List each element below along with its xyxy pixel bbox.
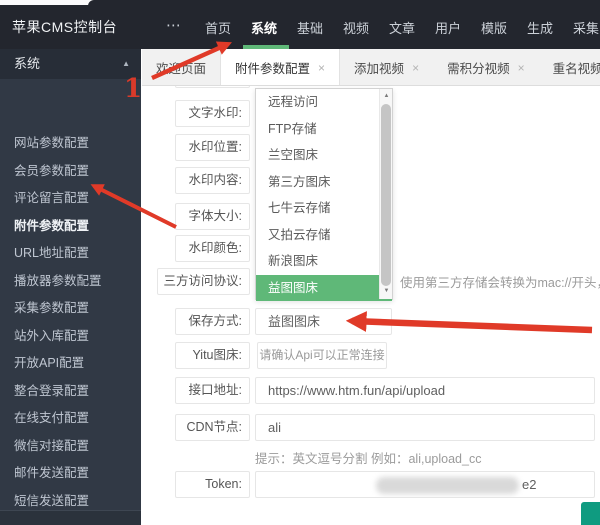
tab-bar: 欢迎页面 附件参数配置 × 添加视频 × 需积分视频 × 重名视频数据 × 挂 [142,49,600,86]
app-title: 苹果CMS控制台 [12,19,118,35]
top-navigation: 首页 系统 基础 视频 文章 用户 模版 生成 采集 [205,5,599,49]
nav-item-article[interactable]: 文章 [389,18,415,37]
dropdown-option-remote[interactable]: 远程访问 [256,89,392,116]
sidebar-menu: 网站参数配置 会员参数配置 评论留言配置 附件参数配置 URL地址配置 播放器参… [0,130,141,525]
nav-item-generate[interactable]: 生成 [527,18,553,37]
sidebar-group-label: 系统 [14,56,41,71]
sidebar-item-player-params[interactable]: 播放器参数配置 [0,268,141,296]
app-window: 苹果CMS控制台 ⋯ 首页 系统 基础 视频 文章 用户 模版 生成 采集 系统… [0,0,600,525]
tab-points-video[interactable]: 需积分视频 × [433,49,539,85]
nav-item-collect[interactable]: 采集 [573,18,599,37]
chevron-down-icon: ▼ [375,317,383,326]
sidebar-item-offsite-storage[interactable]: 站外入库配置 [0,323,141,351]
tab-label: 附件参数配置 [235,62,311,76]
save-method-value: 益图图床 [268,314,321,329]
api-url-input[interactable]: https://www.htm.fun/api/upload [255,376,595,404]
topbar: 苹果CMS控制台 ⋯ 首页 系统 基础 视频 文章 用户 模版 生成 采集 [0,5,600,49]
tab-welcome[interactable]: 欢迎页面 [142,49,220,85]
sidebar-item-member-params[interactable]: 会员参数配置 [0,158,141,186]
label-font-size: 字体大小: [175,203,250,230]
dropdown-option-lankong[interactable]: 兰空图床 [256,142,392,169]
sidebar-item-online-payment[interactable]: 在线支付配置 [0,405,141,433]
nav-item-video[interactable]: 视频 [343,18,369,37]
close-icon[interactable]: × [518,61,525,75]
collapse-arrow-icon[interactable]: ▲ [122,49,130,79]
label-yitu: Yitu图床: [175,341,250,369]
scroll-up-icon[interactable]: ▲ [380,90,393,103]
dropdown-scrollbar[interactable]: ▲ ▼ [379,89,392,299]
token-visible-suffix: e2 [522,477,537,492]
sidebar-item-comment-params[interactable]: 评论留言配置 [0,185,141,213]
tab-label: 需积分视频 [447,62,510,76]
dropdown-option-sina[interactable]: 新浪图床 [256,248,392,275]
close-icon[interactable]: × [318,61,325,75]
cdn-hint-text: 提示：英文逗号分割 例如：ali,upload_cc [255,452,482,466]
dropdown-option-ftp[interactable]: FTP存储 [256,116,392,143]
token-redacted-blur [376,477,519,494]
label-api-url: 接口地址: [175,376,250,404]
sidebar-item-url-config[interactable]: URL地址配置 [0,240,141,268]
save-method-dropdown: 远程访问 FTP存储 兰空图床 第三方图床 七牛云存储 又拍云存储 新浪图床 益… [255,88,393,301]
label-text-watermark: 文字水印: [175,100,250,127]
tab-attachment-params[interactable]: 附件参数配置 × [220,49,341,85]
label-watermark-color: 水印颜色: [175,234,250,262]
save-button-partial[interactable] [581,502,600,525]
dropdown-option-upyun[interactable]: 又拍云存储 [256,222,392,249]
form-row-clipped [175,86,250,88]
sidebar-item-integrated-login[interactable]: 整合登录配置 [0,378,141,406]
label-third-party-protocol: 三方访问协议: [157,268,250,295]
label-watermark-pos: 水印位置: [175,133,250,161]
sidebar-item-site-params[interactable]: 网站参数配置 [0,130,141,158]
yitu-check-api-button[interactable]: 请确认Api可以正常连接 [257,341,387,369]
tab-add-video[interactable]: 添加视频 × [340,49,433,85]
dropdown-option-qiniu[interactable]: 七牛云存储 [256,195,392,222]
sidebar-item-collect-params[interactable]: 采集参数配置 [0,295,141,323]
nav-item-template[interactable]: 模版 [481,18,507,37]
scroll-down-icon[interactable]: ▼ [380,285,393,298]
nav-item-user[interactable]: 用户 [435,18,461,37]
label-save-method: 保存方式: [175,308,250,335]
sidebar-group-system[interactable]: 系统 ▲ [0,49,141,79]
scrollbar-thumb[interactable] [381,104,391,286]
nav-item-system[interactable]: 系统 [251,18,277,37]
token-input[interactable]: e2 [255,471,595,498]
sidebar-item-wechat[interactable]: 微信对接配置 [0,433,141,461]
label-watermark-text: 水印内容: [175,167,250,194]
tab-label: 欢迎页面 [156,62,207,76]
sidebar-item-attachment-params[interactable]: 附件参数配置 [0,213,141,241]
label-token: Token: [175,471,250,498]
nav-item-home[interactable]: 首页 [205,18,231,37]
cdn-node-input[interactable]: ali [255,414,595,441]
sidebar-item-open-api[interactable]: 开放API配置 [0,350,141,378]
dropdown-option-yitu[interactable]: 益图图床 [256,274,392,301]
tab-label: 重名视频数据 [552,62,600,76]
save-method-select[interactable]: 益图图床 ▼ [255,308,392,335]
protocol-hint-text: 使用第三方存储会转换为mac://开头，这表示 [400,276,600,290]
tab-duplicate-video[interactable]: 重名视频数据 × [539,49,600,85]
menu-dots-icon[interactable]: ⋯ [166,5,181,49]
label-cdn-node: CDN节点: [175,414,250,441]
tab-label: 添加视频 [354,62,405,76]
sidebar-footer [0,511,141,525]
close-icon[interactable]: × [412,61,419,75]
sidebar-item-email[interactable]: 邮件发送配置 [0,460,141,488]
sidebar: 系统 ▲ 网站参数配置 会员参数配置 评论留言配置 附件参数配置 URL地址配置… [0,49,141,525]
nav-item-basic[interactable]: 基础 [297,18,323,37]
dropdown-option-thirdparty[interactable]: 第三方图床 [256,169,392,196]
